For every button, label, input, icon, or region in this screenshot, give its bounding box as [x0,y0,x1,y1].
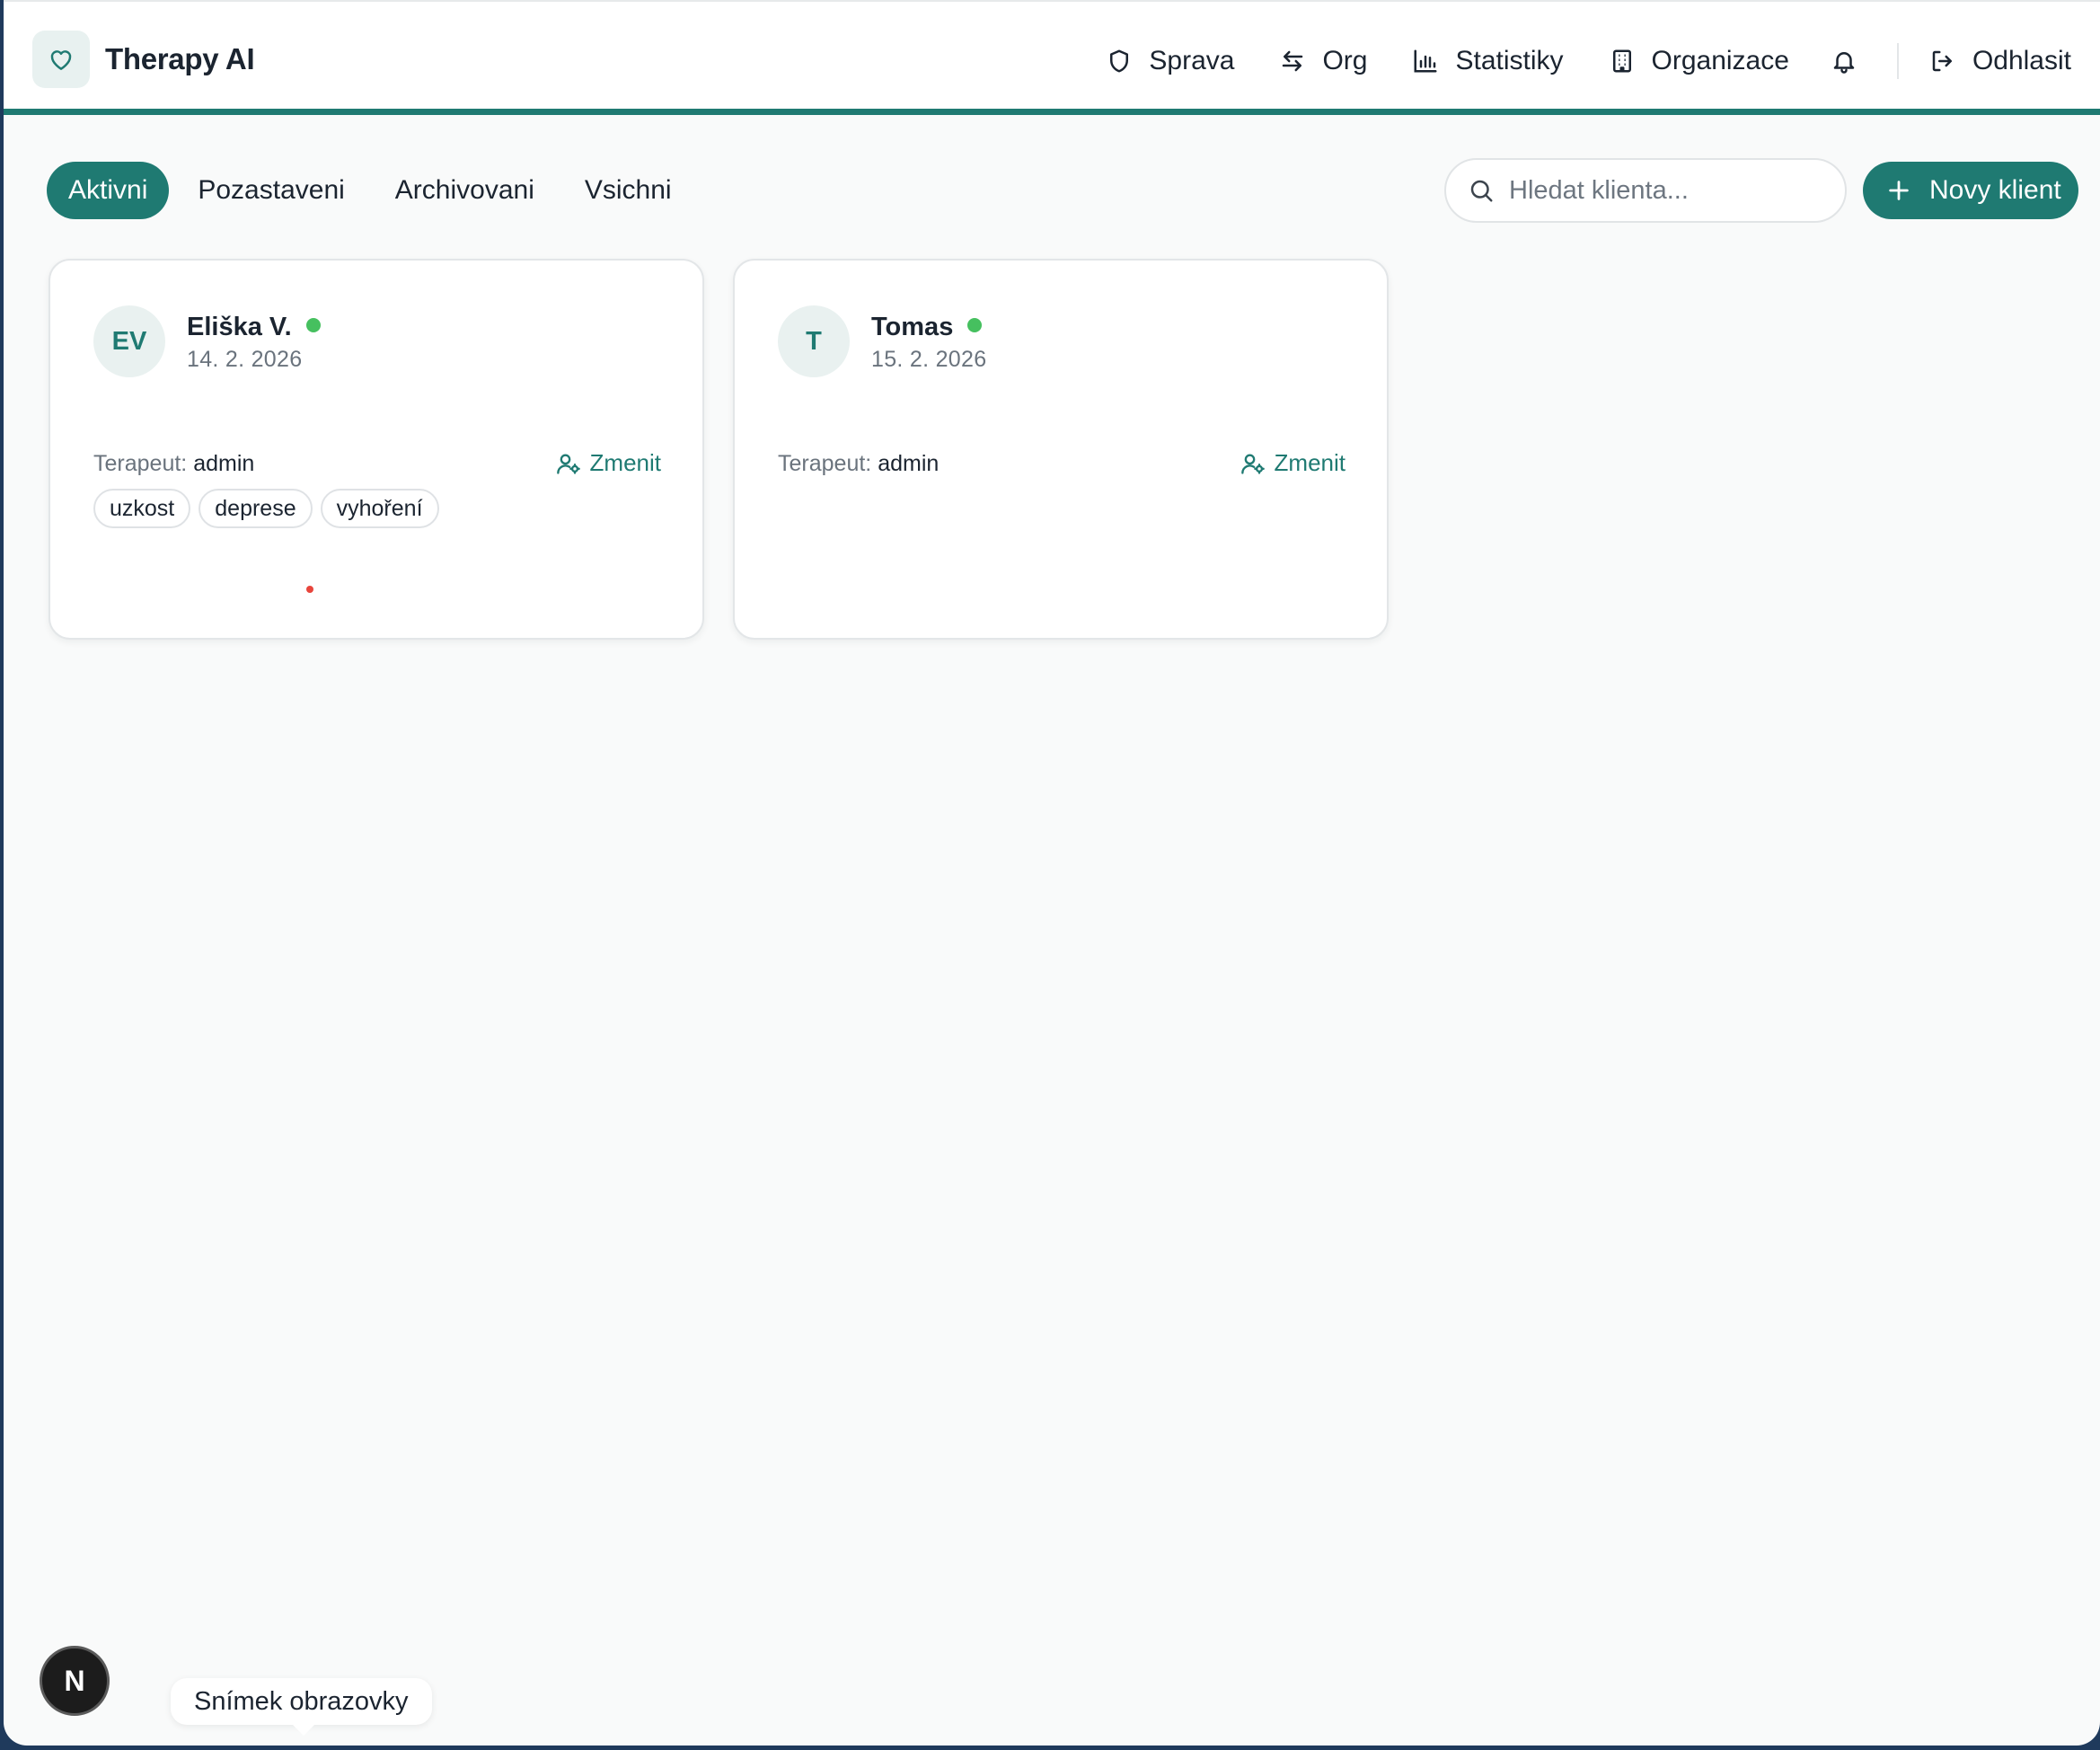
therapist-info: Terapeut: admin [778,451,939,477]
nav-sprava-label: Sprava [1149,46,1235,75]
heart-icon [32,31,90,88]
client-name: Eliška V. [187,313,321,342]
screenshot-tooltip: Snímek obrazovky [171,1678,432,1736]
client-search[interactable] [1444,158,1847,223]
app-title: Therapy AI [105,42,255,75]
tag: deprese [199,489,313,528]
nav-statistiky[interactable]: Statistiky [1412,46,1564,76]
nav-org-label: Org [1322,46,1368,75]
status-active-dot [967,318,983,332]
logout-label: Odhlasit [1972,46,2071,75]
tab-vsichni[interactable]: Vsichni [563,162,693,219]
nav-sprava[interactable]: Sprava [1106,46,1234,76]
therapist-name: admin [878,451,940,476]
tab-archivovani[interactable]: Archivovani [374,162,556,219]
change-therapist-label: Zmenit [589,449,661,476]
client-date: 14. 2. 2026 [187,347,303,372]
top-navigation-bar: Therapy AI Sprava Org Statistiky Organiz… [4,0,2100,115]
plus-icon [1889,181,1909,200]
switch-arrows-icon [1283,50,1303,72]
logout-button[interactable]: Odhlasit [1929,46,2071,76]
client-name-text: Eliška V. [187,313,292,341]
app-window: Therapy AI Sprava Org Statistiky Organiz… [4,0,2100,1746]
client-date: 15. 2. 2026 [871,347,987,372]
tab-pozastaveni[interactable]: Pozastaveni [176,162,366,219]
tab-aktivni[interactable]: Aktivni [47,162,170,219]
new-client-button[interactable]: Novy klient [1863,162,2078,219]
user-settings-icon [556,454,580,474]
user-settings-icon [1240,454,1265,474]
building-icon [1612,49,1631,73]
change-therapist-button[interactable]: Zmenit [1240,449,1346,477]
client-name: Tomas [871,313,983,342]
avatar: EV [93,305,165,377]
alert-dot [306,586,313,593]
new-client-label: Novy klient [1929,175,2061,205]
status-active-dot [305,318,321,332]
nav-organizace[interactable]: Organizace [1609,46,1789,76]
main-nav: Sprava Org Statistiky Organizace Odhlasi… [1061,43,2071,79]
change-therapist-label: Zmenit [1274,449,1346,476]
bell-icon [1833,52,1855,74]
nav-organizace-label: Organizace [1651,46,1789,75]
client-card[interactable]: EV Eliška V. 14. 2. 2026 Terapeut: admin… [49,259,704,640]
dev-tools-badge[interactable]: N [40,1646,110,1716]
nav-org[interactable]: Org [1279,46,1367,76]
tag: vyhoření [320,489,439,528]
therapist-name: admin [193,451,255,476]
change-therapist-button[interactable]: Zmenit [556,449,661,477]
therapist-label: Terapeut: [93,451,188,476]
search-icon [1470,180,1493,202]
bar-chart-icon [1414,49,1437,73]
notifications-button[interactable] [1831,48,1857,75]
tag: uzkost [93,489,191,528]
search-input[interactable] [1509,175,1814,206]
shield-icon [1110,49,1129,73]
client-name-text: Tomas [871,313,954,341]
logout-icon [1932,50,1952,72]
status-filter-tabs: Aktivni Pozastaveni Archivovani Vsichni [47,162,701,219]
client-tags: uzkost deprese vyhoření [93,489,447,528]
brand[interactable]: Therapy AI [32,31,255,88]
avatar: T [778,305,850,377]
nav-statistiky-label: Statistiky [1455,46,1564,75]
therapist-info: Terapeut: admin [93,451,254,477]
nav-divider [1896,43,1899,79]
therapist-label: Terapeut: [778,451,872,476]
client-card[interactable]: T Tomas 15. 2. 2026 Terapeut: admin Zmen… [733,259,1389,640]
